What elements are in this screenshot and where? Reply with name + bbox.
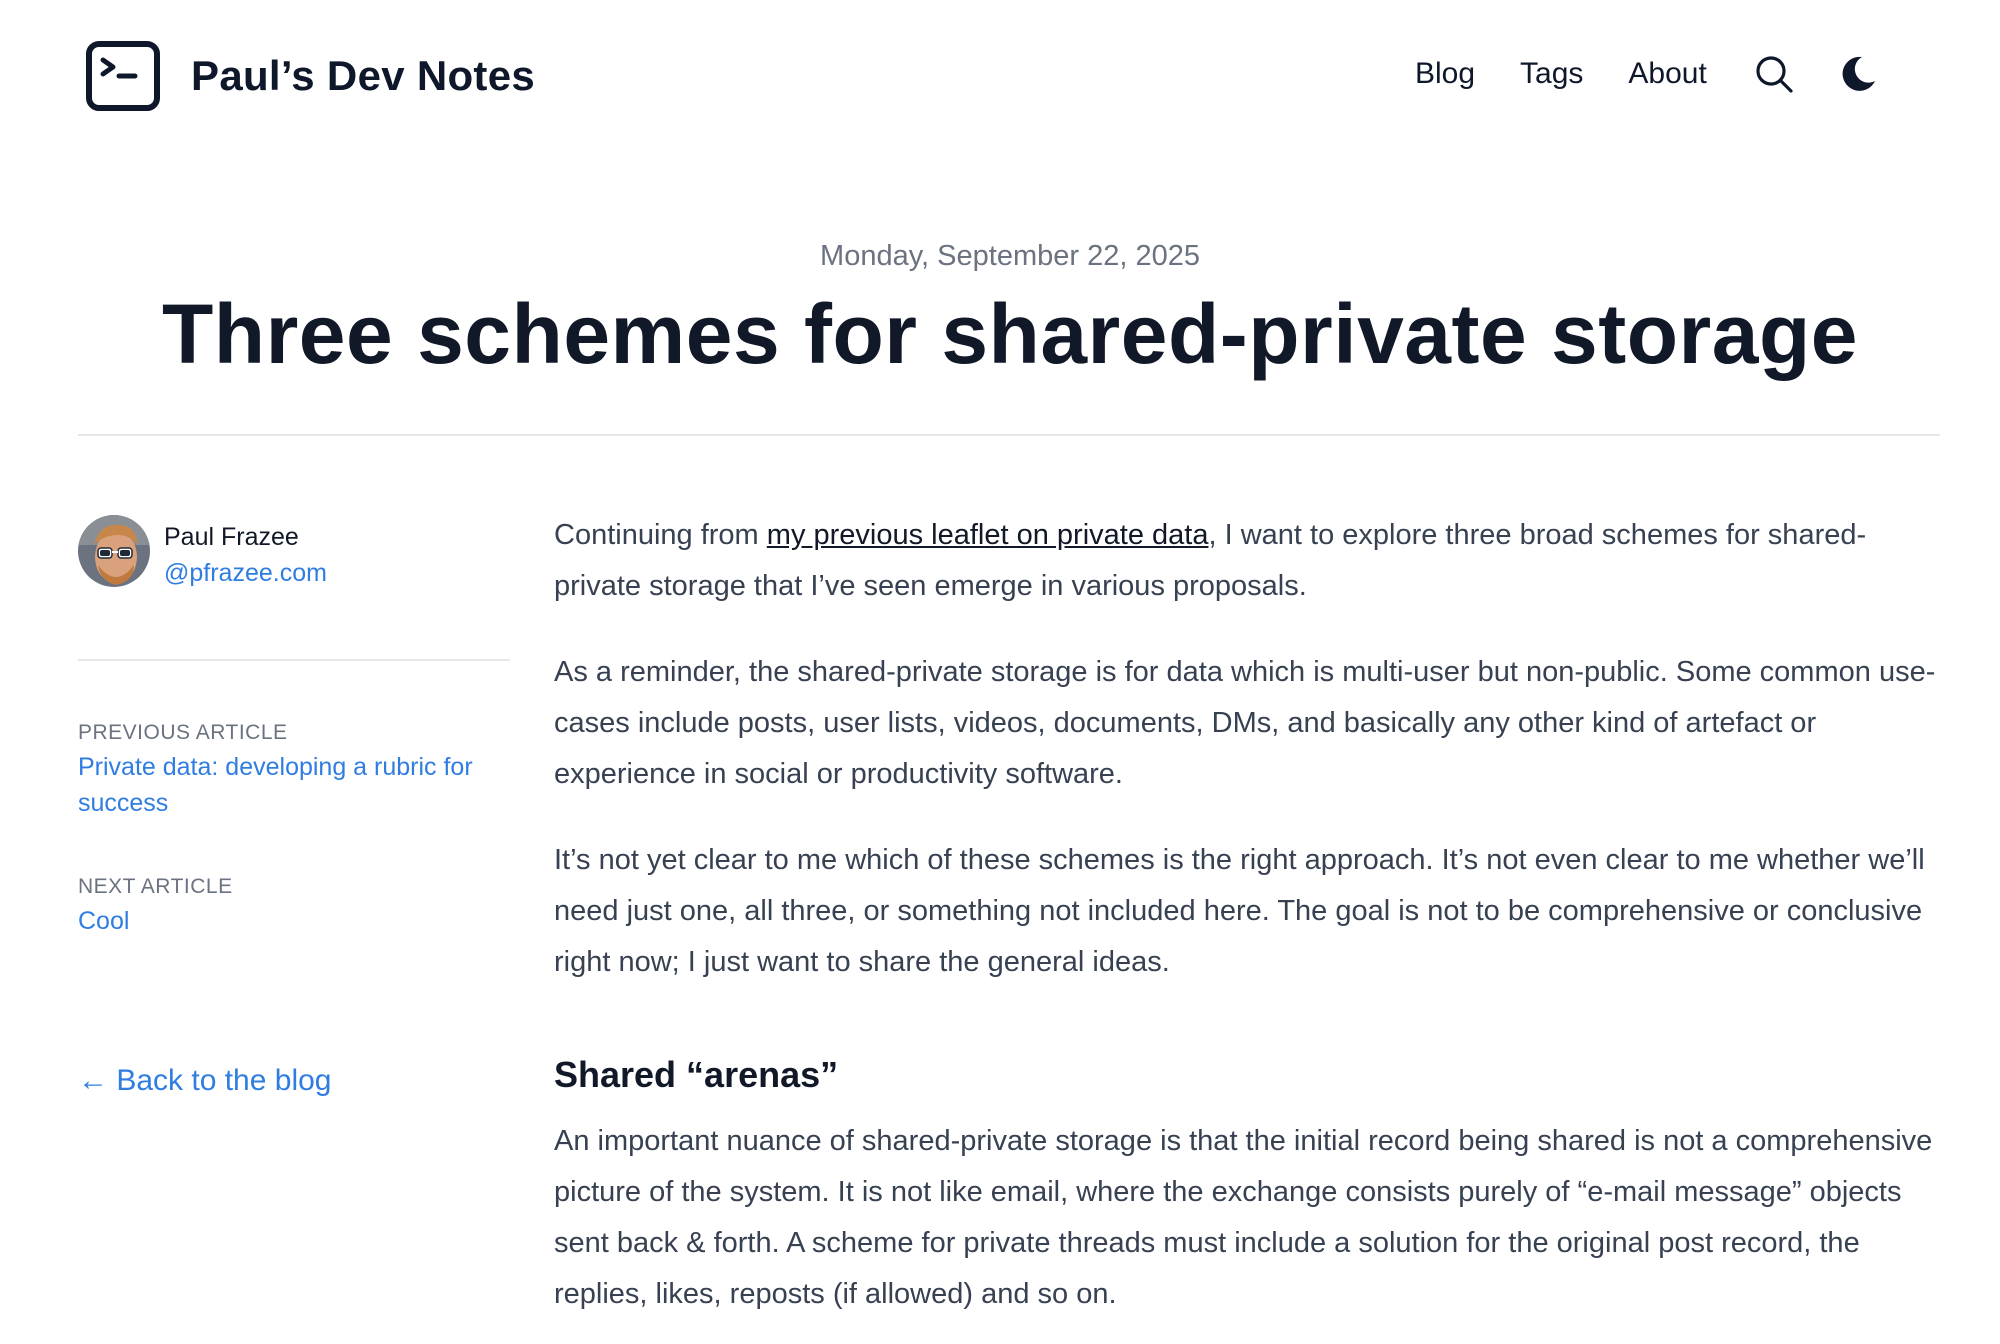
header-divider (78, 434, 1940, 436)
moon-icon (1842, 56, 1875, 91)
paragraph-reminder: As a reminder, the shared-private storag… (554, 656, 1936, 790)
paragraph-uncertainty: It’s not yet clear to me which of these … (554, 844, 1925, 978)
main-nav: Blog Tags About (1415, 52, 1920, 96)
previous-article-label: PREVIOUS ARTICLE (78, 721, 288, 744)
page-title: Three schemes for shared-private storage (162, 287, 1858, 381)
search-icon (1756, 56, 1793, 93)
home-link[interactable]: Paul’s Dev Notes (85, 40, 535, 112)
site-header: Paul’s Dev Notes Blog Tags About (0, 0, 2000, 160)
sidebar: Paul Frazee @pfrazee.com PREVIOUS ARTICL… (78, 515, 510, 939)
nav-about[interactable]: About (1628, 57, 1706, 91)
next-article-link[interactable]: Cool (78, 903, 510, 939)
paragraph-intro: Continuing from my previous leaflet on p… (554, 510, 1944, 612)
avatar[interactable] (78, 515, 150, 587)
sidebar-divider (78, 659, 510, 661)
theme-toggle-button[interactable] (1836, 52, 1880, 96)
previous-article-link[interactable]: Private data: developing a rubric for su… (78, 749, 510, 821)
back-to-blog-link[interactable]: ← Back to the blog (78, 1064, 331, 1098)
terminal-icon (86, 41, 160, 111)
next-article-label: NEXT ARTICLE (78, 875, 233, 898)
section-heading-arenas: Shared “arenas” (554, 1054, 839, 1095)
nav-tags[interactable]: Tags (1520, 57, 1583, 91)
previous-leaflet-link[interactable]: my previous leaflet on private data (767, 519, 1209, 551)
author-handle-link[interactable]: @pfrazee.com (164, 555, 327, 591)
author-name: Paul Frazee (164, 523, 299, 551)
site-name: Paul’s Dev Notes (191, 52, 536, 99)
search-button[interactable] (1752, 52, 1796, 96)
author-info: Paul Frazee @pfrazee.com (164, 519, 327, 591)
author-photo (78, 515, 150, 587)
paragraph-intro-start: Continuing from (554, 519, 767, 551)
paragraph-nuance: An important nuance of shared-private st… (554, 1125, 1933, 1310)
nav-blog[interactable]: Blog (1415, 57, 1475, 91)
page: Paul’s Dev Notes Blog Tags About Monday,… (0, 0, 2000, 1344)
post-date: Monday, September 22, 2025 (820, 240, 1200, 272)
author-card: Paul Frazee @pfrazee.com (78, 515, 510, 591)
article-body: Continuing from my previous leaflet on p… (554, 510, 1944, 1320)
